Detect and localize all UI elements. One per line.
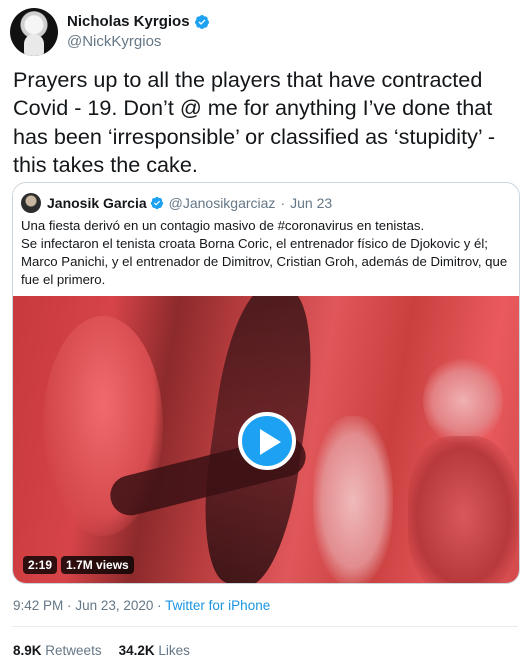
quoted-text: Una fiesta derivó en un contagio masivo …	[21, 218, 508, 287]
retweets-count: 8.9K	[13, 643, 42, 658]
quoted-avatar	[21, 193, 41, 213]
video-frame-figure	[408, 436, 518, 583]
author-name[interactable]: Nicholas Kyrgios	[67, 13, 190, 30]
likes-count: 34.2K	[118, 643, 155, 658]
retweets-stat[interactable]: 8.9K Retweets	[13, 643, 102, 658]
tweet-date[interactable]: Jun 23, 2020	[75, 598, 153, 613]
likes-label: Likes	[158, 643, 190, 658]
quoted-author-name: Janosik Garcia	[47, 195, 147, 211]
tweet-header: Nicholas Kyrgios @NickKyrgios	[10, 8, 520, 56]
retweets-label: Retweets	[45, 643, 102, 658]
video-frame-figure	[423, 356, 503, 446]
video-views-badge: 1.7M views	[61, 556, 134, 574]
quoted-author-handle: @Janosikgarciaz	[168, 195, 276, 211]
author-handle[interactable]: @NickKyrgios	[67, 33, 161, 50]
tweet-text: Prayers up to all the players that have …	[13, 67, 502, 178]
divider	[12, 626, 518, 627]
play-icon	[260, 429, 281, 455]
meta-separator: ·	[157, 598, 162, 613]
author-avatar[interactable]	[10, 8, 58, 56]
quoted-date: Jun 23	[290, 195, 333, 211]
likes-stat[interactable]: 34.2K Likes	[119, 643, 190, 658]
video-frame-figure	[313, 416, 393, 583]
tweet-time[interactable]: 9:42 PM	[13, 598, 63, 613]
tweet-stats: 8.9K Retweets 34.2K Likes	[13, 643, 190, 658]
video-duration-badge: 2:19	[23, 556, 58, 574]
quoted-verified-badge-icon	[150, 196, 163, 210]
quoted-tweet[interactable]: Janosik Garcia @Janosikgarciaz · Jun 23 …	[12, 182, 520, 584]
video-badges: 2:19 1.7M views	[23, 556, 138, 574]
quoted-separator: ·	[280, 195, 286, 211]
quoted-header: Janosik Garcia @Janosikgarciaz · Jun 23	[21, 193, 332, 213]
verified-badge-icon	[194, 14, 209, 29]
meta-separator: ·	[67, 598, 72, 613]
author-name-row: Nicholas Kyrgios	[67, 13, 210, 30]
video-player[interactable]: 2:19 1.7M views	[13, 296, 519, 583]
play-button[interactable]	[238, 412, 296, 470]
tweet-source-link[interactable]: Twitter for iPhone	[165, 598, 270, 613]
tweet-meta: 9:42 PM · Jun 23, 2020 · Twitter for iPh…	[13, 598, 270, 613]
